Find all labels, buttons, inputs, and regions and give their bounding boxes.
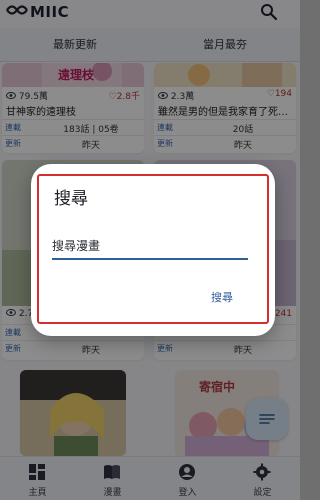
- search-submit-button[interactable]: 搜尋: [200, 286, 244, 310]
- search-input[interactable]: [52, 232, 248, 260]
- dialog-title: 搜尋: [54, 189, 88, 209]
